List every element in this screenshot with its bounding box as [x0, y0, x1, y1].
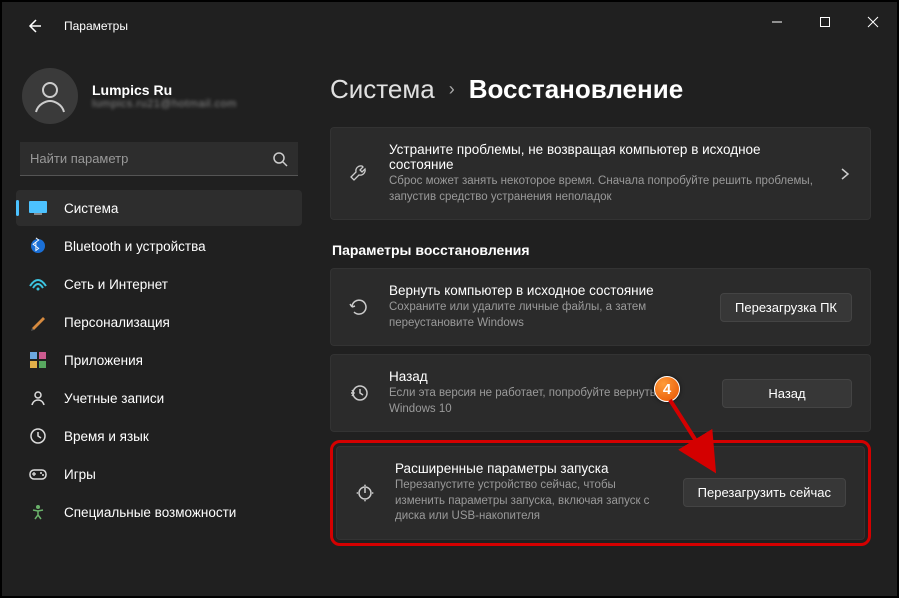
- sidebar-item-network[interactable]: Сеть и Интернет: [16, 266, 302, 302]
- main-content: Система › Восстановление Устраните пробл…: [308, 50, 897, 596]
- arrow-left-icon: [26, 18, 42, 34]
- sidebar-item-gaming[interactable]: Игры: [16, 456, 302, 492]
- sidebar-item-bluetooth[interactable]: Bluetooth и устройства: [16, 228, 302, 264]
- sidebar-item-label: Персонализация: [64, 315, 170, 330]
- go-back-card: Назад Если эта версия не работает, попро…: [330, 354, 871, 432]
- avatar: [22, 68, 78, 124]
- card-title: Устраните проблемы, не возвращая компьют…: [389, 142, 822, 172]
- accounts-icon: [28, 388, 48, 408]
- maximize-button[interactable]: [801, 2, 849, 42]
- reset-icon: [345, 296, 373, 318]
- sidebar-item-label: Сеть и Интернет: [64, 277, 168, 292]
- power-settings-icon: [351, 482, 379, 504]
- search-box[interactable]: [20, 142, 298, 176]
- titlebar: Параметры: [2, 2, 897, 50]
- card-title: Расширенные параметры запуска: [395, 461, 667, 476]
- profile-email: lumpics.ru21@hotmail.com: [92, 98, 237, 110]
- back-button[interactable]: [22, 14, 46, 38]
- sidebar: Lumpics Ru lumpics.ru21@hotmail.com Сист…: [2, 50, 308, 596]
- sidebar-item-personalization[interactable]: Персонализация: [16, 304, 302, 340]
- sidebar-item-time[interactable]: Время и язык: [16, 418, 302, 454]
- card-desc: Сохраните или удалите личные файлы, а за…: [389, 300, 704, 331]
- time-icon: [28, 426, 48, 446]
- window-title: Параметры: [64, 19, 128, 33]
- sidebar-item-label: Время и язык: [64, 429, 149, 444]
- card-desc: Сброс может занять некоторое время. Снач…: [389, 174, 822, 205]
- troubleshoot-card[interactable]: Устраните проблемы, не возвращая компьют…: [330, 127, 871, 220]
- bluetooth-icon: [28, 236, 48, 256]
- apps-icon: [28, 350, 48, 370]
- sidebar-item-apps[interactable]: Приложения: [16, 342, 302, 378]
- sidebar-item-label: Специальные возможности: [64, 505, 236, 520]
- sidebar-item-accessibility[interactable]: Специальные возможности: [16, 494, 302, 530]
- sidebar-item-label: Приложения: [64, 353, 143, 368]
- accessibility-icon: [28, 502, 48, 522]
- advanced-startup-card: Расширенные параметры запуска Перезапуст…: [336, 446, 865, 540]
- section-heading: Параметры восстановления: [332, 242, 871, 258]
- personalization-icon: [28, 312, 48, 332]
- profile-name: Lumpics Ru: [92, 82, 237, 98]
- sidebar-item-label: Игры: [64, 467, 96, 482]
- close-button[interactable]: [849, 2, 897, 42]
- breadcrumb-current: Восстановление: [469, 74, 683, 105]
- card-desc: Перезапустите устройство сейчас, чтобы и…: [395, 478, 667, 525]
- sidebar-nav: Система Bluetooth и устройства Сеть и Ин…: [16, 190, 302, 530]
- chevron-right-icon: ›: [449, 79, 455, 100]
- reset-pc-button[interactable]: Перезагрузка ПК: [720, 293, 852, 322]
- reset-pc-card: Вернуть компьютер в исходное состояние С…: [330, 268, 871, 346]
- sidebar-item-label: Bluetooth и устройства: [64, 239, 206, 254]
- system-icon: [28, 198, 48, 218]
- restart-now-button[interactable]: Перезагрузить сейчас: [683, 478, 846, 507]
- person-icon: [30, 76, 70, 116]
- breadcrumb: Система › Восстановление: [330, 74, 871, 105]
- sidebar-item-label: Учетные записи: [64, 391, 164, 406]
- profile-block[interactable]: Lumpics Ru lumpics.ru21@hotmail.com: [16, 64, 302, 142]
- minimize-button[interactable]: [753, 2, 801, 42]
- gaming-icon: [28, 464, 48, 484]
- go-back-button[interactable]: Назад: [722, 379, 852, 408]
- annotation-badge: 4: [654, 376, 680, 402]
- history-icon: [345, 382, 373, 404]
- sidebar-item-accounts[interactable]: Учетные записи: [16, 380, 302, 416]
- annotation-highlight: Расширенные параметры запуска Перезапуст…: [330, 440, 871, 546]
- search-input[interactable]: [30, 151, 272, 166]
- breadcrumb-parent[interactable]: Система: [330, 74, 435, 105]
- network-icon: [28, 274, 48, 294]
- wrench-icon: [345, 163, 373, 185]
- card-title: Вернуть компьютер в исходное состояние: [389, 283, 704, 298]
- chevron-right-icon: [838, 167, 852, 181]
- search-icon: [272, 151, 288, 167]
- sidebar-item-system[interactable]: Система: [16, 190, 302, 226]
- sidebar-item-label: Система: [64, 201, 118, 216]
